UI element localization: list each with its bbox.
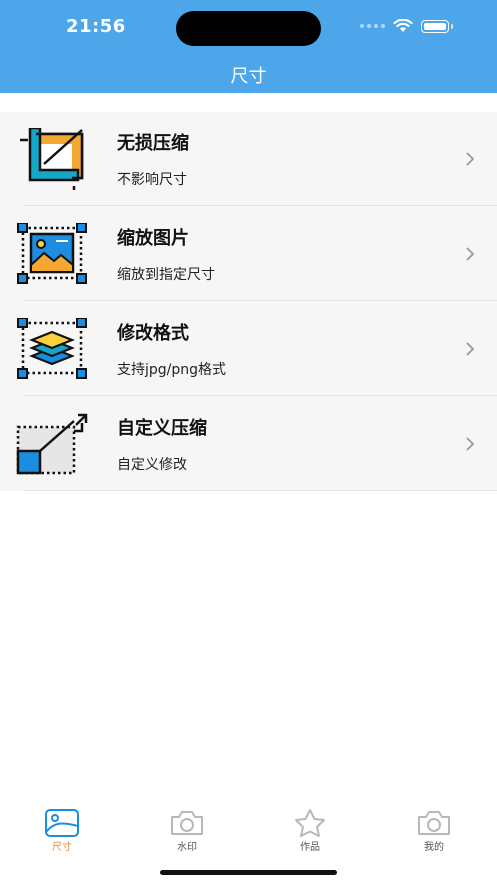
- home-indicator[interactable]: [160, 870, 337, 875]
- list-item-subtitle: 支持jpg/png格式: [117, 362, 227, 378]
- divider: [24, 300, 497, 301]
- battery-nub: [451, 23, 453, 29]
- status-time: 21:56: [66, 16, 126, 37]
- dynamic-island: [176, 11, 321, 46]
- chevron-right-icon: [466, 437, 475, 451]
- image-resize-icon: [17, 223, 87, 284]
- divider: [24, 205, 497, 206]
- tab-label: 水印: [177, 842, 197, 853]
- list-item-subtitle: 自定义修改: [117, 457, 187, 473]
- tab-mine[interactable]: 我的: [404, 808, 464, 853]
- status-icons: [360, 19, 453, 33]
- chevron-right-icon: [466, 152, 475, 166]
- chevron-right-icon: [466, 247, 475, 261]
- list-item-title: 缩放图片: [117, 228, 189, 249]
- expand-icon: [16, 413, 88, 475]
- chevron-right-icon: [466, 342, 475, 356]
- battery-icon: [421, 19, 449, 33]
- header-bar: 21:56 尺寸: [0, 0, 497, 93]
- signal-icon: [360, 24, 385, 28]
- star-icon: [295, 809, 325, 837]
- divider: [24, 395, 497, 396]
- list-item-lossless-compress[interactable]: 无损压缩 不影响尺寸: [0, 112, 497, 206]
- list-item-title: 修改格式: [117, 323, 189, 344]
- layers-icon: [17, 318, 87, 379]
- tab-label: 我的: [424, 842, 444, 853]
- tab-size[interactable]: 尺寸: [32, 808, 92, 853]
- tab-watermark[interactable]: 水印: [157, 808, 217, 853]
- list-item-custom-compress[interactable]: 自定义压缩 自定义修改: [0, 397, 497, 491]
- page-title: 尺寸: [230, 66, 267, 87]
- camera-icon: [171, 811, 203, 835]
- list-item-title: 无损压缩: [117, 133, 189, 154]
- tab-bar: 尺寸 水印 作品 我的: [0, 800, 497, 860]
- wifi-icon: [393, 19, 413, 32]
- tool-list: 无损压缩 不影响尺寸 缩放图片 缩放到指定尺寸 修改格式 支持jpg/png格式…: [0, 112, 497, 491]
- tab-label: 尺寸: [52, 842, 72, 853]
- list-item-subtitle: 缩放到指定尺寸: [117, 267, 215, 283]
- list-item-resize-image[interactable]: 缩放图片 缩放到指定尺寸: [0, 207, 497, 301]
- list-item-change-format[interactable]: 修改格式 支持jpg/png格式: [0, 302, 497, 396]
- tab-label: 作品: [300, 842, 320, 853]
- crop-icon: [20, 128, 84, 190]
- camera-icon: [418, 811, 450, 835]
- divider: [24, 490, 497, 491]
- list-item-subtitle: 不影响尺寸: [117, 172, 187, 188]
- image-icon: [45, 809, 79, 837]
- tab-works[interactable]: 作品: [280, 808, 340, 853]
- list-item-title: 自定义压缩: [117, 418, 207, 439]
